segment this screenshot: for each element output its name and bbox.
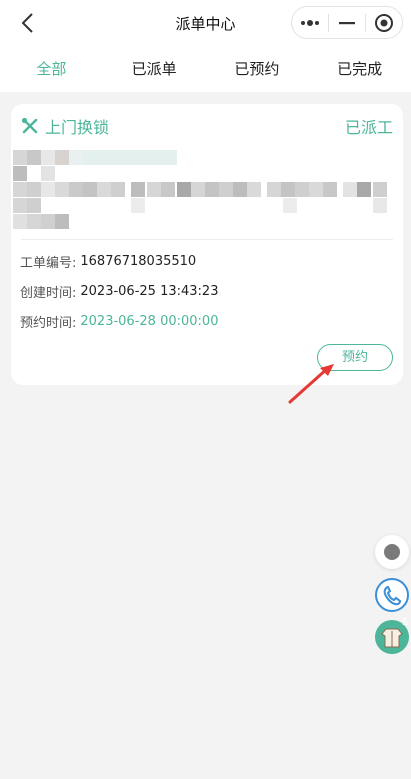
order-card-header: 上门换锁 已派工 — [21, 112, 393, 140]
service-type-label: 上门换锁 — [45, 118, 110, 137]
more-dots-icon — [301, 19, 319, 26]
service-type: 上门换锁 — [21, 114, 109, 138]
order-id-row: 工单编号: 16876718035510 — [20, 251, 196, 271]
service-badge: 5 — [401, 617, 409, 628]
phone-icon — [383, 585, 402, 606]
target-icon — [375, 13, 393, 32]
status-tabs: 全部 已派单 已预约 已完成 — [0, 46, 411, 92]
appointment-time-value: 2023-06-28 00:00:00 — [80, 313, 219, 329]
order-id-value: 16876718035510 — [80, 253, 197, 269]
created-time-label: 创建时间: — [20, 285, 77, 301]
nav-bar: 派单中心 — [0, 0, 411, 46]
float-record-button[interactable] — [375, 535, 409, 569]
minimize-icon — [339, 21, 355, 24]
minimize-button[interactable] — [329, 7, 365, 38]
tab-booked[interactable]: 已预约 — [206, 46, 309, 92]
tab-all[interactable]: 全部 — [0, 46, 103, 92]
red-arrow-annotation — [288, 364, 334, 404]
created-time-row: 创建时间: 2023-06-25 13:43:23 — [20, 281, 218, 301]
close-miniprogram-button[interactable] — [366, 7, 402, 38]
order-card[interactable]: 上门换锁 已派工 工单编号: 16876718035510 创建时间: 2023… — [11, 104, 403, 385]
mini-program-capsule — [291, 6, 403, 39]
order-status: 已派工 — [344, 118, 393, 137]
appointment-time-label: 预约时间: — [20, 315, 77, 331]
float-call-button[interactable] — [375, 578, 409, 612]
created-time-value: 2023-06-25 13:43:23 — [80, 283, 219, 299]
tab-dispatched[interactable]: 已派单 — [103, 46, 206, 92]
card-divider — [21, 239, 393, 240]
order-id-label: 工单编号: — [20, 255, 77, 271]
appointment-time-row: 预约时间: 2023-06-28 00:00:00 — [20, 311, 218, 331]
redacted-address — [11, 148, 403, 229]
wrench-screwdriver-icon — [21, 117, 39, 135]
more-button[interactable] — [292, 7, 328, 38]
record-dot-icon — [384, 544, 400, 560]
tab-completed[interactable]: 已完成 — [308, 46, 411, 92]
